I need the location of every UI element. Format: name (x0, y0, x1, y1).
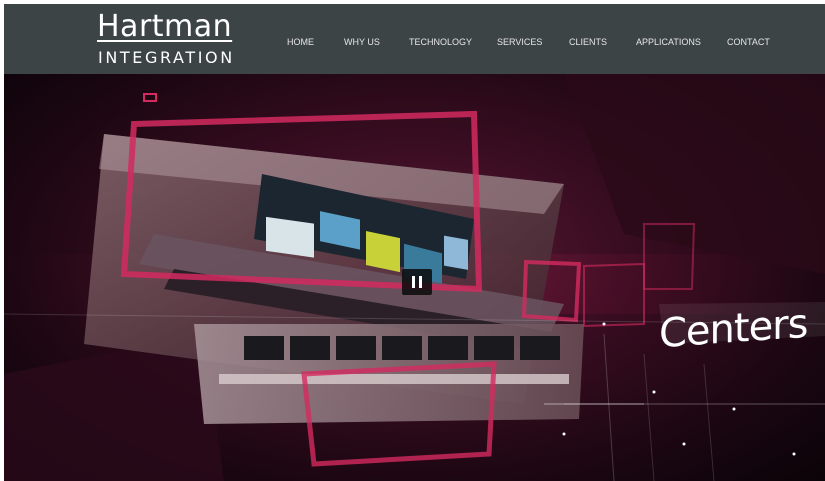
hero-video[interactable]: Centers (4, 74, 825, 481)
pause-button[interactable] (402, 269, 432, 295)
site-header: Hartman INTEGRATION HOME WHY US TECHNOLO… (4, 4, 825, 74)
logo-subtitle: INTEGRATION (98, 48, 235, 67)
pause-icon (412, 276, 415, 288)
nav-technology[interactable]: TECHNOLOGY (409, 34, 472, 50)
nav-applications[interactable]: APPLICATIONS (636, 34, 701, 50)
main-nav: HOME WHY US TECHNOLOGY SERVICES CLIENTS … (4, 34, 825, 50)
nav-contact[interactable]: CONTACT (727, 34, 770, 50)
nav-home[interactable]: HOME (287, 34, 314, 50)
nav-services[interactable]: SERVICES (497, 34, 542, 50)
nav-why-us[interactable]: WHY US (344, 34, 380, 50)
page-frame: Hartman INTEGRATION HOME WHY US TECHNOLO… (4, 4, 825, 481)
nav-clients[interactable]: CLIENTS (569, 34, 607, 50)
pause-icon-bar (419, 276, 422, 288)
